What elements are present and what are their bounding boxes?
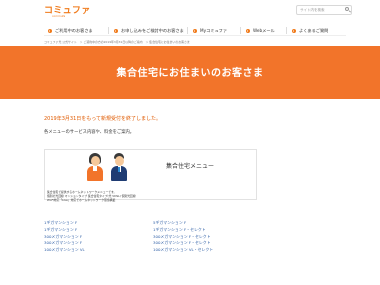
nav-label: ご利用中のお客さま [55,27,93,33]
search-input[interactable]: サイト内を検索 [296,5,352,15]
nav-label: Webメール [253,27,275,33]
site-header: コミュファ commufa サイト内を検索 [0,0,380,20]
main-nav: ご利用中のお客さま お申し込みをご検討中のお客さま Myコミュファ Webメール… [44,25,346,36]
nav-divider [187,27,188,34]
end-of-service-notice: 2019年3月31日をもって新規受付を終了しました。 [44,116,162,122]
nav-item-current-customers[interactable]: ご利用中のお客さま [48,26,93,35]
plan-link[interactable]: 100メガマンション VL [44,247,85,254]
plan-link[interactable]: 300メガマンション F・セレクト [153,240,213,247]
nav-item-prospective-customers[interactable]: お申し込みをご検討中のお客さま [114,26,184,35]
card-desc-line: Wi-Fi対応「Live」対応でホームネットワーク環境構築 [47,198,116,202]
plan-link[interactable]: 300メガマンション F・セレクト [153,234,213,241]
chevron-right-icon [292,28,296,33]
breadcrumb: コミュファ光 公式サイト ＞ ご契約中の方の2019年3月31日以降のご案内 ＞… [44,40,192,44]
breadcrumb-item[interactable]: ＞ ご契約中の方の2019年3月31日以降のご案内 [80,40,143,44]
nav-item-mycommufa[interactable]: Myコミュファ [193,26,227,35]
intro-text: 各メニューのサービス内容や、料金をご案内。 [44,130,135,135]
nav-item-faq[interactable]: よくあるご質問 [292,26,328,35]
chevron-right-icon [48,28,52,33]
breadcrumb-item[interactable]: コミュファ光 公式サイト [44,40,77,44]
nav-divider [108,27,109,34]
woman-illustration [87,153,103,185]
card-title[interactable]: 集合住宅メニュー [166,161,214,170]
breadcrumb-item: ＞ 集合住宅にお住まいのお客さま [145,40,190,44]
plan-link[interactable]: 300メガマンション F [44,240,85,247]
search-icon[interactable] [345,7,349,11]
nav-divider [286,27,287,34]
plan-links-left: 1ギガマンション F 1ギガマンション F 300メガマンション F 300メガ… [44,220,85,254]
plan-link[interactable]: 5ギガマンション F [153,220,213,227]
plan-link[interactable]: 1ギガマンション F・セレクト [153,227,213,234]
page-title: 集合住宅にお住まいのお客さま [116,68,264,79]
plan-link[interactable]: 300メガマンション F [44,234,85,241]
nav-label: お申し込みをご検討中のお客さま [121,27,184,33]
plan-link[interactable]: 1ギガマンション F [44,220,85,227]
nav-item-webmail[interactable]: Webメール [246,26,275,35]
nav-label: よくあるご質問 [299,27,329,33]
plan-link[interactable]: 100メガマンション VL・セレクト [153,247,213,254]
logo-subtitle: commufa [52,14,66,18]
card-description: 集合住宅で提供するホームネットワークメニューです。 個別の光回線 マンションタイ… [47,190,257,202]
commufa-logo[interactable]: コミュファ [44,3,91,16]
chevron-right-icon [193,28,197,33]
nav-divider [240,27,241,34]
chevron-right-icon [114,28,118,33]
man-illustration [111,153,127,185]
chevron-right-icon [246,28,250,33]
plan-link[interactable]: 1ギガマンション F [44,227,85,234]
nav-label: Myコミュファ [200,27,228,33]
plan-links-right: 5ギガマンション F 1ギガマンション F・セレクト 300メガマンション F・… [153,220,213,254]
